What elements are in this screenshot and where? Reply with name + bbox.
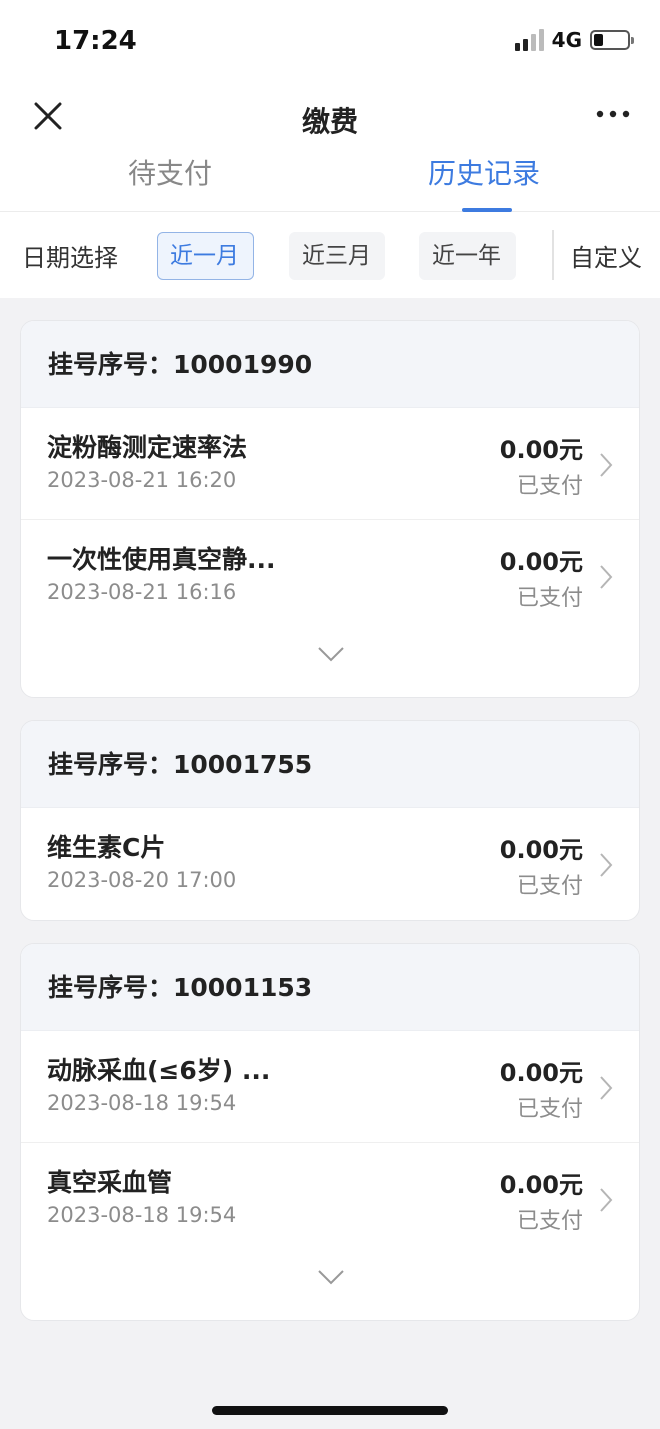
more-dots-icon[interactable]	[596, 108, 630, 120]
top-area: 17:24 4G 缴费 待支付 历史记录 日期选择 近一月 近三月 近一年 自定…	[0, 0, 660, 298]
home-indicator	[212, 1406, 448, 1415]
item-name: 一次性使用真空静...	[47, 545, 276, 574]
chevron-right-icon	[600, 1188, 613, 1212]
payment-item-row[interactable]: 淀粉酶测定速率法 2023-08-21 16:20 0.00元 已支付	[21, 408, 639, 520]
item-time: 2023-08-21 16:20	[47, 468, 237, 492]
chevron-right-icon	[600, 453, 613, 477]
item-name: 真空采血管	[47, 1168, 173, 1197]
item-amount: 0.00元	[499, 548, 583, 576]
item-amount: 0.00元	[499, 1059, 583, 1087]
item-time: 2023-08-21 16:16	[47, 580, 237, 604]
registration-number: 挂号序号：10001755	[21, 721, 639, 808]
item-name: 动脉采血(≤6岁) ...	[47, 1056, 271, 1085]
date-filter-bar: 日期选择 近一月 近三月 近一年 自定义	[0, 212, 660, 298]
signal-icon	[514, 29, 544, 51]
registration-card: 挂号序号：10001153 动脉采血(≤6岁) ... 2023-08-18 1…	[20, 943, 640, 1321]
item-status: 已支付	[516, 474, 583, 499]
tab-bar: 待支付 历史记录	[0, 152, 660, 212]
payment-item-row[interactable]: 维生素C片 2023-08-20 17:00 0.00元 已支付	[21, 808, 639, 920]
item-status: 已支付	[516, 586, 583, 611]
network-type: 4G	[551, 28, 582, 52]
payment-item-row[interactable]: 真空采血管 2023-08-18 19:54 0.00元 已支付	[21, 1143, 639, 1255]
payment-record-list: 挂号序号：10001990 淀粉酶测定速率法 2023-08-21 16:20 …	[20, 320, 640, 1343]
nav-bar: 缴费	[0, 84, 660, 152]
status-indicators: 4G	[514, 28, 634, 52]
chevron-down-icon	[318, 647, 344, 662]
filter-chip-last-month[interactable]: 近一月	[157, 232, 254, 280]
filter-chip-last-year[interactable]: 近一年	[419, 232, 516, 280]
registration-number: 挂号序号：10001990	[21, 321, 639, 408]
item-time: 2023-08-20 17:00	[47, 868, 237, 892]
registration-number: 挂号序号：10001153	[21, 944, 639, 1031]
item-name: 维生素C片	[47, 833, 166, 862]
item-time: 2023-08-18 19:54	[47, 1091, 237, 1115]
item-amount: 0.00元	[499, 1171, 583, 1199]
payment-item-row[interactable]: 一次性使用真空静... 2023-08-21 16:16 0.00元 已支付	[21, 520, 639, 632]
filter-divider	[552, 230, 554, 280]
page-title: 缴费	[301, 105, 358, 138]
registration-card: 挂号序号：10001755 维生素C片 2023-08-20 17:00 0.0…	[20, 720, 640, 921]
status-bar: 17:24 4G	[0, 0, 660, 84]
chevron-down-icon	[318, 1270, 344, 1285]
item-amount: 0.00元	[499, 836, 583, 864]
item-amount: 0.00元	[499, 436, 583, 464]
filter-chip-last-three-months[interactable]: 近三月	[289, 232, 385, 280]
chevron-right-icon	[600, 853, 613, 877]
chevron-right-icon	[600, 1076, 613, 1100]
battery-icon	[590, 30, 634, 50]
expand-more-button[interactable]	[21, 1255, 639, 1320]
status-time: 17:24	[54, 26, 137, 56]
item-name: 淀粉酶测定速率法	[47, 433, 248, 462]
item-time: 2023-08-18 19:54	[47, 1203, 237, 1227]
item-status: 已支付	[516, 1209, 583, 1234]
tab-history[interactable]: 历史记录	[428, 152, 540, 212]
payment-item-row[interactable]: 动脉采血(≤6岁) ... 2023-08-18 19:54 0.00元 已支付	[21, 1031, 639, 1143]
item-status: 已支付	[516, 874, 583, 899]
filter-custom-button[interactable]: 自定义	[570, 238, 642, 273]
tab-pending-payment[interactable]: 待支付	[128, 152, 212, 212]
expand-more-button[interactable]	[21, 632, 639, 697]
chevron-right-icon	[600, 565, 613, 589]
registration-card: 挂号序号：10001990 淀粉酶测定速率法 2023-08-21 16:20 …	[20, 320, 640, 698]
date-filter-label: 日期选择	[22, 244, 118, 272]
item-status: 已支付	[516, 1097, 583, 1122]
